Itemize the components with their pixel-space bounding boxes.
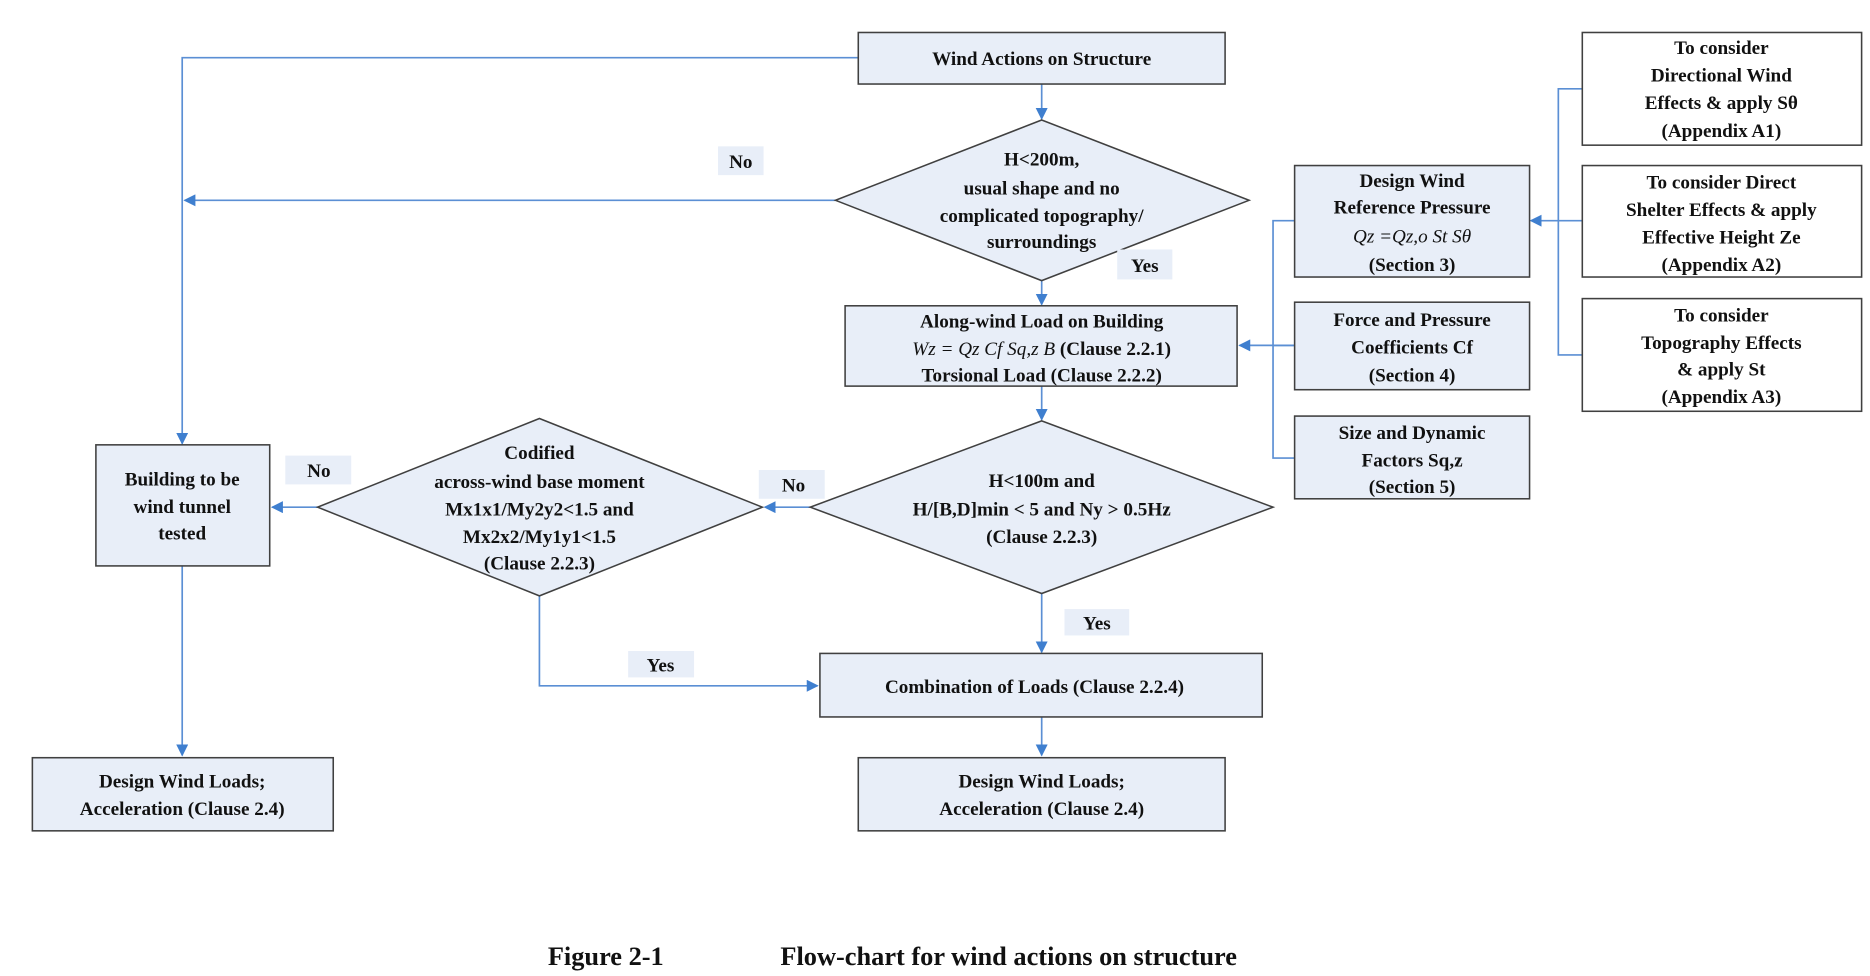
node-text: Along-wind Load on Building — [920, 311, 1164, 332]
node-text: Design Wind Loads; — [958, 772, 1124, 793]
node-text: (Section 5) — [1369, 477, 1456, 498]
node-text: Wz = Qz Cf Sq,z B (Clause 2.2.1) — [912, 339, 1171, 360]
node-text: To consider Direct — [1647, 172, 1797, 193]
label-text: Yes — [1131, 256, 1159, 277]
label-decision2-no: No — [758, 470, 825, 499]
edge-start-to-left-rail — [176, 56, 859, 445]
node-appendix-a3: To consider Topography Effects & apply S… — [1581, 297, 1863, 413]
label-decision3-yes: Yes — [628, 651, 695, 678]
clause: (Clause 2.2.1) — [1055, 339, 1171, 360]
node-text: To consider — [1674, 305, 1769, 326]
edge-sections-bus — [1272, 219, 1295, 459]
connectors — [176, 56, 1583, 757]
caption-title: Flow-chart for wind actions on structure — [780, 942, 1237, 971]
node-text: (Clause 2.2.3) — [986, 527, 1097, 548]
node-text: (Section 4) — [1369, 365, 1456, 386]
node-text: Mx2x2/My1y1<1.5 — [463, 527, 616, 548]
node-text: Effects & apply Sθ — [1645, 93, 1798, 114]
node-text: Shelter Effects & apply — [1626, 200, 1817, 221]
node-text: Wind Actions on Structure — [932, 49, 1151, 70]
label-text: Yes — [647, 655, 675, 676]
formula: Wz = Qz Cf Sq,z B — [912, 339, 1055, 360]
node-text: wind tunnel — [133, 497, 230, 518]
node-text: Torsional Load (Clause 2.2.2) — [921, 365, 1161, 386]
node-formula: Qz =Qz,o St Sθ — [1353, 226, 1471, 247]
caption-number: Figure 2-1 — [548, 942, 664, 971]
node-combination: Combination of Loads (Clause 2.2.4) — [819, 652, 1264, 718]
decision-height-200: H<200m, usual shape and no complicated t… — [833, 119, 1252, 282]
node-force-coefficients: Force and Pressure Coefficients Cf (Sect… — [1293, 301, 1531, 391]
label-text: No — [307, 461, 330, 482]
node-text: (Appendix A2) — [1661, 255, 1781, 276]
node-text: complicated topography/ — [940, 206, 1144, 227]
node-text: To consider — [1674, 38, 1769, 59]
node-appendix-a1: To consider Directional Wind Effects & a… — [1581, 31, 1863, 146]
node-reference-pressure: Design Wind Reference Pressure Qz =Qz,o … — [1293, 164, 1531, 278]
node-design-loads-left: Design Wind Loads; Acceleration (Clause … — [31, 756, 335, 832]
node-design-loads-right: Design Wind Loads; Acceleration (Clause … — [857, 756, 1226, 832]
node-wind-actions: Wind Actions on Structure — [857, 31, 1226, 85]
node-text: (Clause 2.2.3) — [484, 554, 595, 575]
figure-caption: Figure 2-1 Flow-chart for wind actions o… — [548, 942, 1237, 971]
node-text: usual shape and no — [964, 178, 1120, 199]
node-text: Building to be — [125, 470, 240, 491]
node-text: Design Wind Loads; — [99, 772, 265, 793]
node-text: Combination of Loads (Clause 2.2.4) — [885, 677, 1184, 698]
label-decision1-no: No — [718, 146, 764, 176]
node-text: Reference Pressure — [1334, 197, 1491, 218]
label-decision1-yes: Yes — [1117, 249, 1173, 280]
node-text: Acceleration (Clause 2.4) — [939, 799, 1144, 820]
node-text: Mx1x1/My2y2<1.5 and — [445, 500, 634, 521]
node-text: (Appendix A1) — [1661, 121, 1781, 142]
node-text: H<200m, — [1004, 150, 1080, 171]
node-text: (Appendix A3) — [1661, 387, 1781, 408]
node-text: Directional Wind — [1651, 66, 1792, 87]
node-along-wind-load: Along-wind Load on Building Wz = Qz Cf S… — [844, 305, 1238, 387]
label-text: No — [782, 476, 805, 497]
edge-appendix-bus — [1557, 87, 1583, 356]
node-text: H<100m and — [989, 471, 1096, 492]
label-decision2-yes: Yes — [1064, 609, 1130, 636]
node-text: tested — [158, 524, 206, 545]
node-text: Design Wind — [1359, 171, 1465, 192]
flowchart: Wind Actions on Structure H<200m, usual … — [31, 31, 1863, 971]
decision-height-100: H<100m and H/[B,D]min < 5 and Ny > 0.5Hz… — [808, 420, 1276, 595]
label-text: No — [729, 152, 752, 173]
decision-across-wind: Codified across-wind base moment Mx1x1/M… — [315, 417, 765, 597]
node-text: Acceleration (Clause 2.4) — [80, 799, 285, 820]
node-text: & apply St — [1677, 359, 1766, 380]
node-text: Topography Effects — [1641, 333, 1802, 354]
node-appendix-a2: To consider Direct Shelter Effects & app… — [1581, 164, 1863, 278]
node-text: Force and Pressure — [1333, 310, 1491, 331]
node-text: Factors Sq,z — [1362, 450, 1464, 471]
node-wind-tunnel: Building to be wind tunnel tested — [95, 444, 271, 567]
label-text: Yes — [1083, 613, 1111, 634]
node-text: Codified — [504, 443, 575, 464]
node-text: (Section 3) — [1369, 255, 1456, 276]
node-text: Effective Height Ze — [1642, 227, 1801, 248]
node-text: surroundings — [987, 232, 1096, 253]
node-text: Size and Dynamic — [1339, 423, 1486, 444]
node-text: H/[B,D]min < 5 and Ny > 0.5Hz — [913, 500, 1172, 521]
label-decision3-no: No — [285, 455, 352, 485]
node-text: across-wind base moment — [434, 472, 645, 493]
node-text: Coefficients Cf — [1351, 338, 1473, 359]
node-size-dynamic: Size and Dynamic Factors Sq,z (Section 5… — [1293, 415, 1531, 500]
